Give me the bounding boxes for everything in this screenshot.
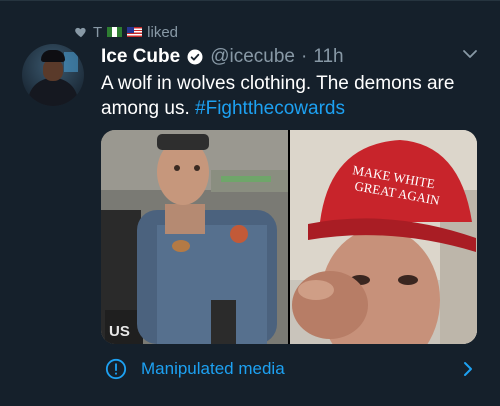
handle[interactable]: @icecube [210, 46, 295, 68]
separator-dot: · [300, 46, 308, 67]
media-photo-right[interactable]: MAKE WHITE GREAT AGAIN [290, 130, 477, 344]
photo-man-red-cap: MAKE WHITE GREAT AGAIN [290, 130, 477, 344]
us-flag-icon [127, 27, 143, 37]
chevron-right-icon[interactable] [461, 361, 475, 377]
heart-icon [75, 27, 86, 38]
info-icon [105, 358, 127, 380]
nigeria-flag-icon [107, 27, 123, 37]
social-context-user-letter[interactable]: T [93, 24, 102, 41]
social-context[interactable]: T liked [74, 22, 178, 42]
tweet-header: Ice Cube @icecube · 11h [101, 45, 344, 69]
media-card[interactable]: US MAKE WHITE GREAT AGAIN [101, 130, 477, 344]
top-divider [0, 0, 500, 1]
media-photo-left[interactable]: US [101, 130, 288, 344]
hashtag-link[interactable]: #Fightthecowards [195, 98, 345, 119]
tweet-text: A wolf in wolves clothing. The demons ar… [101, 71, 491, 121]
vehicle-text: US [109, 323, 130, 340]
manipulated-media-label[interactable]: Manipulated media [141, 359, 285, 379]
manipulated-media-notice[interactable]: Manipulated media [101, 352, 477, 386]
photo-officer: US [101, 130, 288, 344]
verified-icon [187, 49, 203, 65]
timestamp[interactable]: 11h [313, 46, 343, 68]
social-context-action: liked [147, 23, 179, 41]
avatar[interactable] [22, 44, 84, 106]
chevron-down-icon[interactable] [462, 46, 478, 62]
display-name[interactable]: Ice Cube [101, 46, 180, 68]
